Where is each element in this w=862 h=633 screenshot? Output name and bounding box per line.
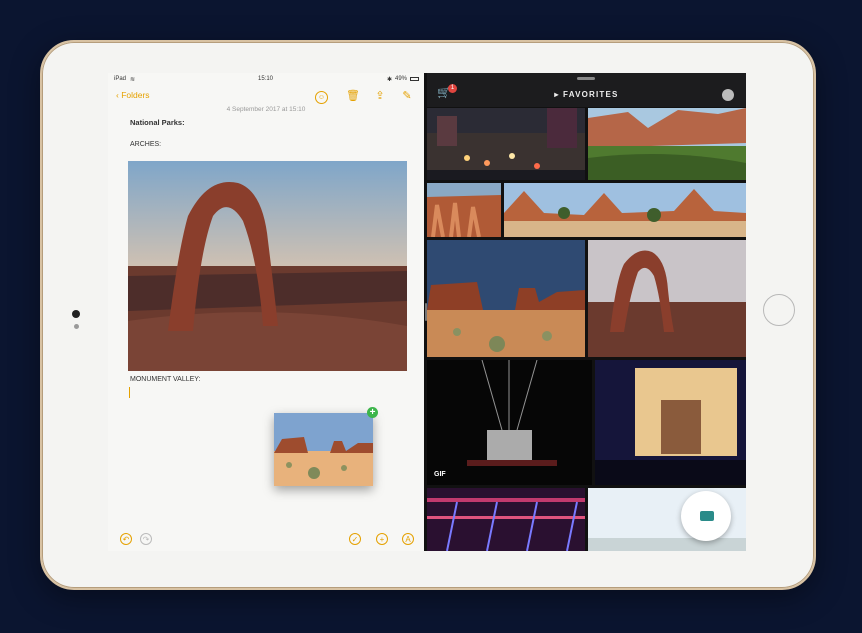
photos-pane: 🛒 1 ▸ FAVORITES GIF <box>427 73 746 551</box>
notes-pane: iPad ≋ 15:10 ✱ 49% ‹ Folders ☺ 🗑 ⇪ ✎ 4 S… <box>108 73 424 551</box>
monument-valley-label: MONUMENT VALLEY: <box>130 376 201 383</box>
photo-city-night[interactable] <box>427 108 585 180</box>
photo-monument-valley[interactable] <box>427 240 585 357</box>
share-people-icon[interactable]: ☺ <box>315 91 328 104</box>
folders-back-button[interactable]: ‹ Folders <box>116 90 150 100</box>
home-button[interactable] <box>763 294 795 326</box>
folders-label: Folders <box>121 90 150 100</box>
photos-header: 🛒 1 ▸ FAVORITES <box>427 73 746 107</box>
photo-panorama[interactable] <box>504 183 746 237</box>
battery-icon <box>410 77 419 81</box>
camera-button[interactable] <box>681 491 731 541</box>
arch-photo[interactable] <box>128 161 407 371</box>
status-bar: iPad ≋ 15:10 ✱ 49% <box>108 73 424 87</box>
screen: iPad ≋ 15:10 ✱ 49% ‹ Folders ☺ 🗑 ⇪ ✎ 4 S… <box>108 73 746 551</box>
add-badge-icon: + <box>367 407 378 418</box>
undo-icon[interactable]: ↶ <box>120 533 132 545</box>
photo-stage-screen[interactable] <box>595 360 746 485</box>
photo-canyon-green[interactable] <box>588 108 746 180</box>
arches-label: ARCHES: <box>130 141 162 148</box>
favorites-label: FAVORITES <box>563 90 619 99</box>
markup-icon[interactable]: A <box>402 533 414 545</box>
compose-icon[interactable]: ✎ <box>400 89 414 103</box>
photo-delicate-arch[interactable] <box>588 240 746 357</box>
clock: 15:10 <box>258 76 274 82</box>
photo-concert-gif[interactable] <box>427 360 592 485</box>
light-sensor <box>74 324 79 329</box>
avatar[interactable] <box>722 89 734 101</box>
favorites-title[interactable]: ▸ FAVORITES <box>427 90 746 99</box>
front-camera <box>72 310 80 318</box>
checklist-icon[interactable]: ✓ <box>349 533 361 545</box>
photo-stage-lights[interactable] <box>427 488 585 551</box>
trash-icon[interactable]: 🗑 <box>346 89 360 103</box>
photo-bryce[interactable] <box>427 183 501 237</box>
gif-label: GIF <box>434 471 446 478</box>
device-name: iPad <box>114 76 127 82</box>
note-date: 4 September 2017 at 15:10 <box>226 106 306 113</box>
chevron-left-icon: ‹ <box>116 90 119 100</box>
dragged-photo[interactable] <box>274 413 373 486</box>
notes-bottom-toolbar: ↶ ↷ ✓ + A <box>108 529 424 551</box>
redo-icon[interactable]: ↷ <box>140 533 152 545</box>
grabber-handle[interactable] <box>577 77 595 80</box>
share-icon[interactable]: ⇪ <box>373 89 387 103</box>
note-heading: National Parks: <box>130 118 185 127</box>
battery-percent: 49% <box>395 76 408 82</box>
wifi-icon: ≋ <box>130 77 136 83</box>
bluetooth-icon: ✱ <box>387 77 393 83</box>
add-icon[interactable]: + <box>376 533 388 545</box>
camera-icon <box>700 511 714 521</box>
text-cursor <box>129 387 130 398</box>
